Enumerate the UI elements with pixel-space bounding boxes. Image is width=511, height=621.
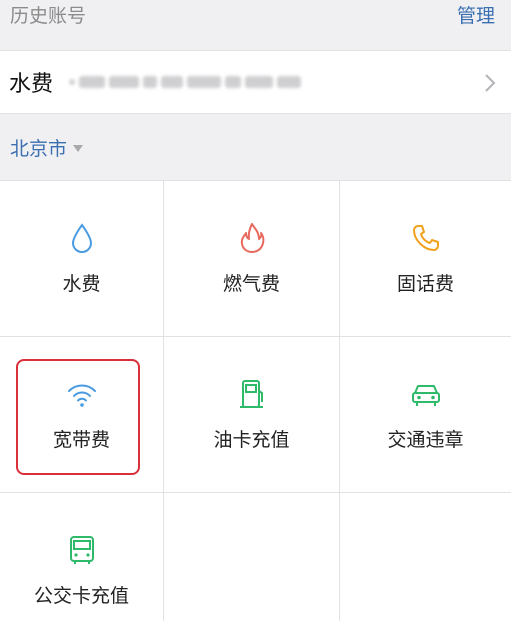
empty-tile [340,493,511,621]
history-accounts-header: 历史账号 管理 [0,0,511,50]
service-landline[interactable]: 固话费 [340,181,511,337]
service-label: 燃气费 [222,273,280,295]
service-label: 公交卡充值 [33,585,129,607]
city-name: 北京市 [10,137,68,160]
account-number-masked [69,72,302,92]
water-drop-icon [71,223,92,253]
history-title: 历史账号 [10,5,87,27]
empty-tile [164,493,340,621]
service-gas[interactable]: 燃气费 [164,181,340,337]
service-label: 油卡充值 [213,429,290,451]
service-broadband[interactable]: 宽带费 [0,337,164,493]
manage-button[interactable]: 管理 [457,2,495,30]
service-water[interactable]: 水费 [0,181,164,337]
service-fuel-card[interactable]: 油卡充值 [164,337,340,493]
flame-icon [240,223,264,253]
service-bus-card[interactable]: 公交卡充值 [0,493,164,621]
phone-icon [412,225,439,251]
account-type: 水费 [9,72,54,97]
fuel-pump-icon [239,380,263,408]
caret-down-icon [73,145,84,152]
car-icon [411,385,440,406]
account-row[interactable]: 水费 [0,50,511,114]
service-traffic-violation[interactable]: 交通违章 [340,337,511,493]
service-grid: 水费 燃气费 固话费 宽带费 油卡充值 交通违章 公交卡充值 [0,180,511,621]
bus-icon [69,536,94,564]
chevron-right-icon [485,74,496,92]
service-label: 固话费 [396,273,454,295]
service-label: 水费 [62,273,101,295]
service-label: 交通违章 [387,429,464,451]
city-selector[interactable]: 北京市 [0,114,511,180]
wifi-icon [67,384,96,407]
service-label: 宽带费 [52,429,110,451]
